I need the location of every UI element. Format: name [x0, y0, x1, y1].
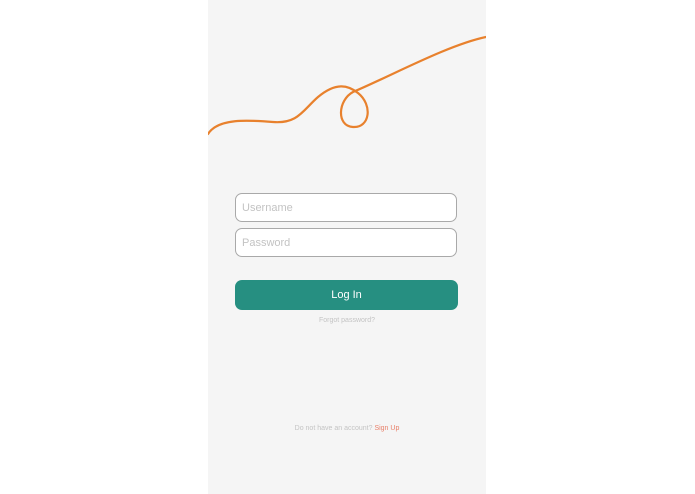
login-button[interactable]: Log In	[235, 280, 458, 310]
username-input[interactable]	[235, 193, 457, 222]
signup-prompt: Do not have an account? Sign Up	[208, 425, 486, 432]
password-input[interactable]	[235, 228, 457, 257]
forgot-password-link[interactable]: Forgot password?	[208, 317, 486, 324]
wavy-line-decoration	[208, 35, 486, 136]
login-screen: Log In Forgot password? Do not have an a…	[208, 0, 486, 494]
signup-link[interactable]: Sign Up	[374, 425, 399, 432]
signup-prompt-text: Do not have an account?	[294, 425, 373, 432]
